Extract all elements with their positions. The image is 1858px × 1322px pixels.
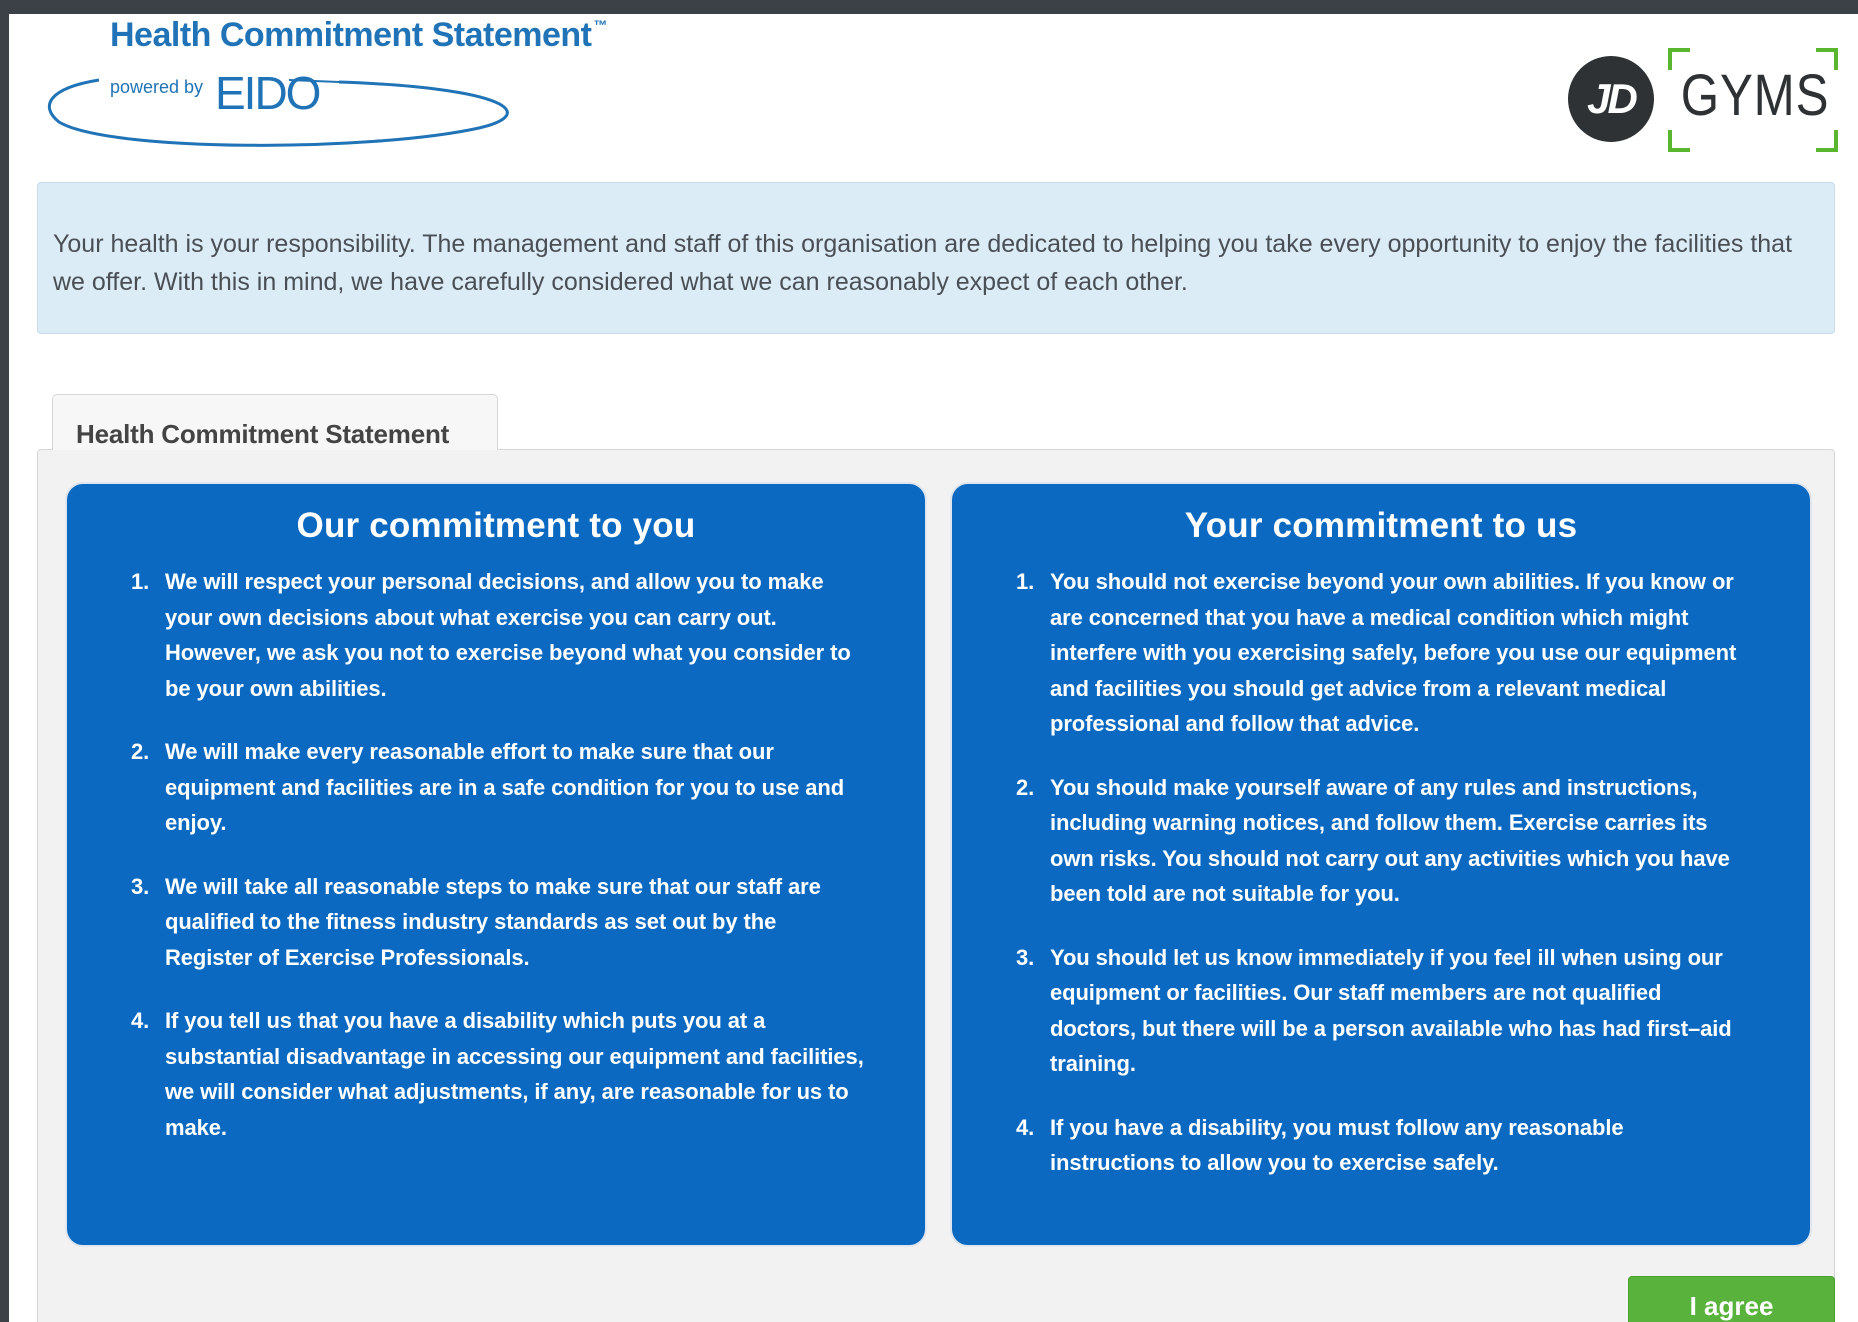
- list-item: 4. If you have a disability, you must fol…: [1016, 1110, 1810, 1181]
- your-commitment-title: Your commitment to us: [1184, 506, 1578, 545]
- powered-by-label: powered by: [110, 77, 204, 97]
- item-text: We will take all reasonable steps to mak…: [165, 873, 821, 970]
- our-commitment-title: Our commitment to you: [296, 506, 696, 545]
- eido-wordmark: EIDO: [215, 67, 321, 119]
- our-commitment-box: Our commitment to you 1. We will respect …: [65, 482, 927, 1247]
- agree-button[interactable]: I agree: [1628, 1276, 1835, 1322]
- item-text: We will make every reasonable effort to …: [165, 739, 845, 835]
- item-text: You should let us know immediately if yo…: [1050, 944, 1732, 1077]
- item-text: If you tell us that you have a disabilit…: [165, 1008, 864, 1140]
- gyms-wordmark: GYMS: [1668, 48, 1838, 152]
- intro-banner: Your health is your responsibility. The …: [37, 182, 1835, 334]
- brand-title-text: Health Commitment Statement: [110, 16, 592, 54]
- bracket-corner-icon: [1816, 130, 1838, 152]
- item-number: 4.: [131, 1008, 150, 1033]
- item-number: 4.: [1016, 1114, 1035, 1140]
- bracket-corner-icon: [1668, 130, 1690, 152]
- brand-title: Health Commitment Statement ™: [110, 16, 607, 55]
- list-item: 3. You should let us know immediately if …: [1016, 940, 1810, 1082]
- jd-circle-mark: JD: [1568, 56, 1654, 142]
- item-number: 1.: [1016, 569, 1035, 594]
- item-number: 1.: [131, 569, 150, 594]
- item-text: We will respect your personal decisions,…: [165, 569, 851, 701]
- item-text: If you have a disability, you must follo…: [1050, 1114, 1624, 1176]
- page: Health Commitment Statement ™ powered by …: [9, 14, 1858, 1322]
- list-item: 1. We will respect your personal decision…: [131, 564, 925, 706]
- list-item: 1. You should not exercise beyond your ow…: [1016, 564, 1810, 742]
- jd-gyms-logo: JD GYMS: [1568, 48, 1838, 152]
- gyms-text: GYMS: [1680, 63, 1830, 128]
- your-commitment-list: 1. You should not exercise beyond your ow…: [952, 564, 1810, 1181]
- brand-logo: Health Commitment Statement ™ powered by …: [39, 14, 607, 147]
- item-number: 3.: [131, 873, 150, 899]
- tab-health-commitment-statement[interactable]: Health Commitment Statement: [52, 394, 498, 450]
- list-item: 2. We will make every reasonable effort t…: [131, 734, 925, 841]
- item-number: 2.: [1016, 774, 1035, 800]
- list-item: 4. If you tell us that you have a disabil…: [131, 1003, 925, 1145]
- item-number: 3.: [1016, 944, 1035, 970]
- item-text: You should make yourself aware of any ru…: [1050, 774, 1730, 907]
- list-item: 2. You should make yourself aware of any …: [1016, 770, 1810, 912]
- trademark-mark: ™: [593, 17, 607, 33]
- your-commitment-box: Your commitment to us 1. You should not e…: [950, 482, 1812, 1247]
- our-commitment-list: 1. We will respect your personal decision…: [67, 564, 925, 1145]
- item-text: You should not exercise beyond your own …: [1050, 569, 1737, 736]
- list-item: 3. We will take all reasonable steps to m…: [131, 869, 925, 976]
- item-number: 2.: [131, 739, 150, 764]
- intro-text: Your health is your responsibility. The …: [53, 230, 1793, 296]
